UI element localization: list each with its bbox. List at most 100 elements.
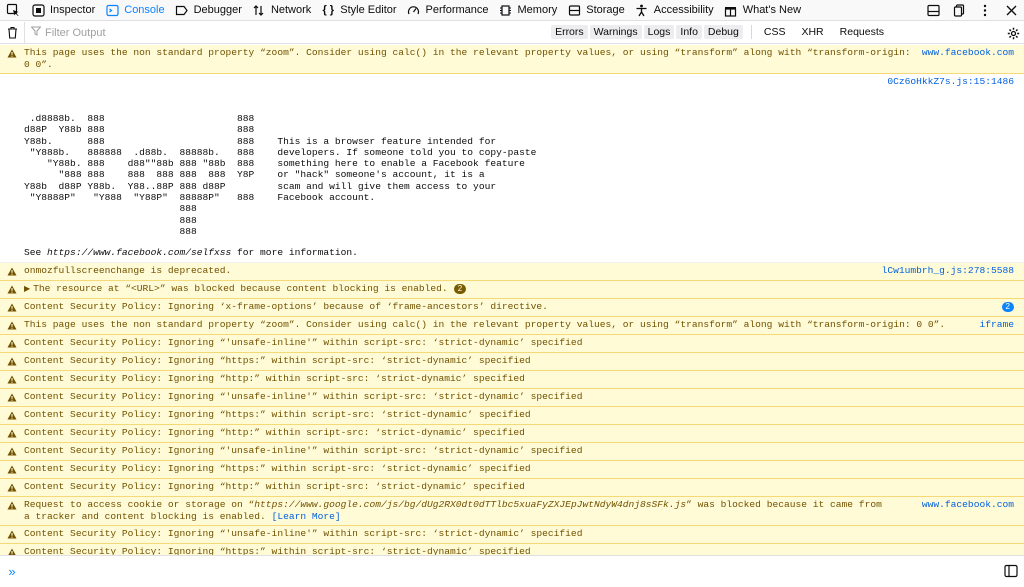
warning-icon bbox=[0, 481, 24, 494]
warning-icon bbox=[0, 283, 24, 296]
console-warning-message[interactable]: Content Security Policy: Ignoring “https… bbox=[0, 407, 1024, 426]
console-log-message[interactable]: 0Cz6oHkkZ7s.js:15:1486 bbox=[0, 74, 1024, 91]
message-source-link[interactable]: iframe bbox=[979, 319, 1024, 331]
warning-icon bbox=[0, 445, 24, 458]
message-text: This page uses the non standard property… bbox=[24, 319, 946, 331]
message-text: Content Security Policy: Ignoring “https… bbox=[24, 355, 531, 367]
message-text: Content Security Policy: Ignoring “http:… bbox=[24, 481, 525, 493]
warning-icon bbox=[0, 427, 24, 440]
tab-label: Storage bbox=[586, 4, 625, 16]
console-warning-message[interactable]: Content Security Policy: Ignoring “'unsa… bbox=[0, 443, 1024, 462]
settings-gear-icon[interactable] bbox=[1004, 24, 1022, 42]
editor-mode-toggle-icon[interactable] bbox=[1004, 564, 1018, 578]
console-warning-message[interactable]: Content Security Policy: Ignoring “https… bbox=[0, 461, 1024, 480]
filter-css-button[interactable]: CSS bbox=[760, 25, 790, 39]
debugger-icon bbox=[175, 3, 189, 17]
filter-logs-button[interactable]: Logs bbox=[643, 25, 675, 39]
tab-label: Performance bbox=[425, 4, 489, 16]
learn-more-link[interactable]: [Learn More] bbox=[272, 511, 341, 522]
tab-inspector[interactable]: Inspector bbox=[26, 0, 100, 21]
toolbar-right-controls bbox=[920, 0, 1024, 21]
console-input-line[interactable]: » bbox=[0, 555, 1024, 587]
expand-arrow-icon[interactable]: ▶ bbox=[24, 283, 30, 295]
console-icon bbox=[105, 3, 119, 17]
divider bbox=[750, 25, 752, 39]
element-picker-icon[interactable] bbox=[0, 0, 26, 21]
console-warning-message[interactable]: Request to access cookie or storage on “… bbox=[0, 497, 1024, 527]
console-warning-message[interactable]: onmozfullscreenchange is deprecated. lCw… bbox=[0, 263, 1024, 282]
tab-label: Console bbox=[124, 4, 165, 16]
console-warning-message[interactable]: Content Security Policy: Ignoring “'unsa… bbox=[0, 389, 1024, 408]
tab-whats-new[interactable]: What's New bbox=[719, 0, 806, 21]
message-text: Content Security Policy: Ignoring “'unsa… bbox=[24, 528, 583, 540]
tab-storage[interactable]: Storage bbox=[562, 0, 630, 21]
more-options-icon[interactable] bbox=[972, 0, 998, 21]
warning-icon bbox=[0, 355, 24, 368]
message-text: Content Security Policy: Ignoring “https… bbox=[24, 463, 531, 475]
tab-style-editor[interactable]: { } Style Editor bbox=[316, 0, 401, 21]
selfxss-url: https://www.facebook.com/selfxss bbox=[47, 247, 232, 259]
tab-label: What's New bbox=[742, 4, 802, 16]
filter-requests-button[interactable]: Requests bbox=[836, 25, 888, 39]
warning-icon bbox=[0, 391, 24, 404]
devtools-toolbar: Inspector Console Debugger Network { } S… bbox=[0, 0, 1024, 21]
tab-performance[interactable]: Performance bbox=[402, 0, 494, 21]
console-warning-message[interactable]: Content Security Policy: Ignoring “http:… bbox=[0, 371, 1024, 390]
tab-label: Network bbox=[270, 4, 312, 16]
warning-icon bbox=[0, 373, 24, 386]
inspector-icon bbox=[31, 3, 45, 17]
message-text: Content Security Policy: Ignoring “http:… bbox=[24, 373, 525, 385]
message-text: onmozfullscreenchange is deprecated. bbox=[24, 265, 232, 277]
filter-output-input[interactable] bbox=[45, 26, 345, 39]
console-warning-message[interactable]: Content Security Policy: Ignoring “'unsa… bbox=[0, 335, 1024, 354]
tab-label: Inspector bbox=[50, 4, 96, 16]
console-warning-message[interactable]: Content Security Policy: Ignoring “https… bbox=[0, 353, 1024, 372]
warning-icon bbox=[0, 265, 24, 278]
filter-debug-button[interactable]: Debug bbox=[703, 25, 743, 39]
message-text: Content Security Policy: Ignoring “'unsa… bbox=[24, 391, 583, 403]
tab-network[interactable]: Network bbox=[247, 0, 316, 21]
log-level-filters: Errors Warnings Logs Info Debug CSS XHR … bbox=[549, 25, 888, 39]
tab-accessibility[interactable]: Accessibility bbox=[630, 0, 719, 21]
see-prefix: See bbox=[24, 247, 48, 259]
filter-errors-button[interactable]: Errors bbox=[551, 25, 588, 39]
warning-icon bbox=[0, 528, 24, 541]
tab-console[interactable]: Console bbox=[100, 0, 169, 21]
console-warning-message[interactable]: Content Security Policy: Ignoring “http:… bbox=[0, 479, 1024, 498]
tracker-url: https://www.google.com/js/bg/dUg2RX0dt0d… bbox=[254, 499, 687, 511]
console-warning-message[interactable]: Content Security Policy: Ignoring “http:… bbox=[0, 425, 1024, 444]
filter-warnings-button[interactable]: Warnings bbox=[589, 25, 642, 39]
message-source-link[interactable]: lCw1umbrh_g.js:278:5588 bbox=[882, 265, 1024, 277]
selfxss-warning-message[interactable]: .d8888b. 888 888 d88P Y88b 888 888 Y88b.… bbox=[0, 91, 1024, 264]
console-warning-message[interactable]: ▶ The resource at “<URL>” was blocked bec… bbox=[0, 281, 1024, 300]
message-text: Content Security Policy: Ignoring “https… bbox=[24, 546, 531, 555]
message-text: Content Security Policy: Ignoring ‘x-fra… bbox=[24, 301, 548, 313]
copy-icon[interactable] bbox=[946, 0, 972, 21]
message-source-link[interactable]: 0Cz6oHkkZ7s.js:15:1486 bbox=[887, 76, 1024, 88]
warning-icon bbox=[0, 337, 24, 350]
message-text: Content Security Policy: Ignoring “'unsa… bbox=[24, 445, 583, 457]
console-warning-message[interactable]: Content Security Policy: Ignoring “'unsa… bbox=[0, 526, 1024, 545]
message-text: Content Security Policy: Ignoring “http:… bbox=[24, 427, 525, 439]
console-warning-message[interactable]: Content Security Policy: Ignoring “https… bbox=[0, 544, 1024, 555]
message-source-link[interactable]: www.facebook.com bbox=[922, 499, 1024, 511]
dock-side-icon[interactable] bbox=[920, 0, 946, 21]
console-filter-bar: Errors Warnings Logs Info Debug CSS XHR … bbox=[0, 21, 1024, 44]
message-text: Content Security Policy: Ignoring “'unsa… bbox=[24, 337, 583, 349]
clear-console-trash-icon[interactable] bbox=[0, 22, 24, 44]
accessibility-icon bbox=[635, 3, 649, 17]
tab-memory[interactable]: Memory bbox=[494, 0, 563, 21]
close-icon[interactable] bbox=[998, 0, 1024, 21]
tab-debugger[interactable]: Debugger bbox=[170, 0, 247, 21]
repeat-count-badge: 2 bbox=[453, 284, 467, 295]
filter-icon bbox=[30, 26, 42, 39]
filter-xhr-button[interactable]: XHR bbox=[797, 25, 827, 39]
console-warning-message[interactable]: This page uses the non standard property… bbox=[0, 317, 1024, 336]
selfxss-more-info: See https://www.facebook.com/selfxss for… bbox=[0, 247, 1024, 259]
filter-info-button[interactable]: Info bbox=[676, 25, 702, 39]
tab-label: Memory bbox=[517, 4, 558, 16]
see-suffix: for more information. bbox=[231, 247, 358, 259]
message-source-link[interactable]: www.facebook.com bbox=[922, 47, 1024, 59]
console-warning-message[interactable]: This page uses the non standard property… bbox=[0, 45, 1024, 74]
console-warning-message[interactable]: Content Security Policy: Ignoring ‘x-fra… bbox=[0, 299, 1024, 318]
